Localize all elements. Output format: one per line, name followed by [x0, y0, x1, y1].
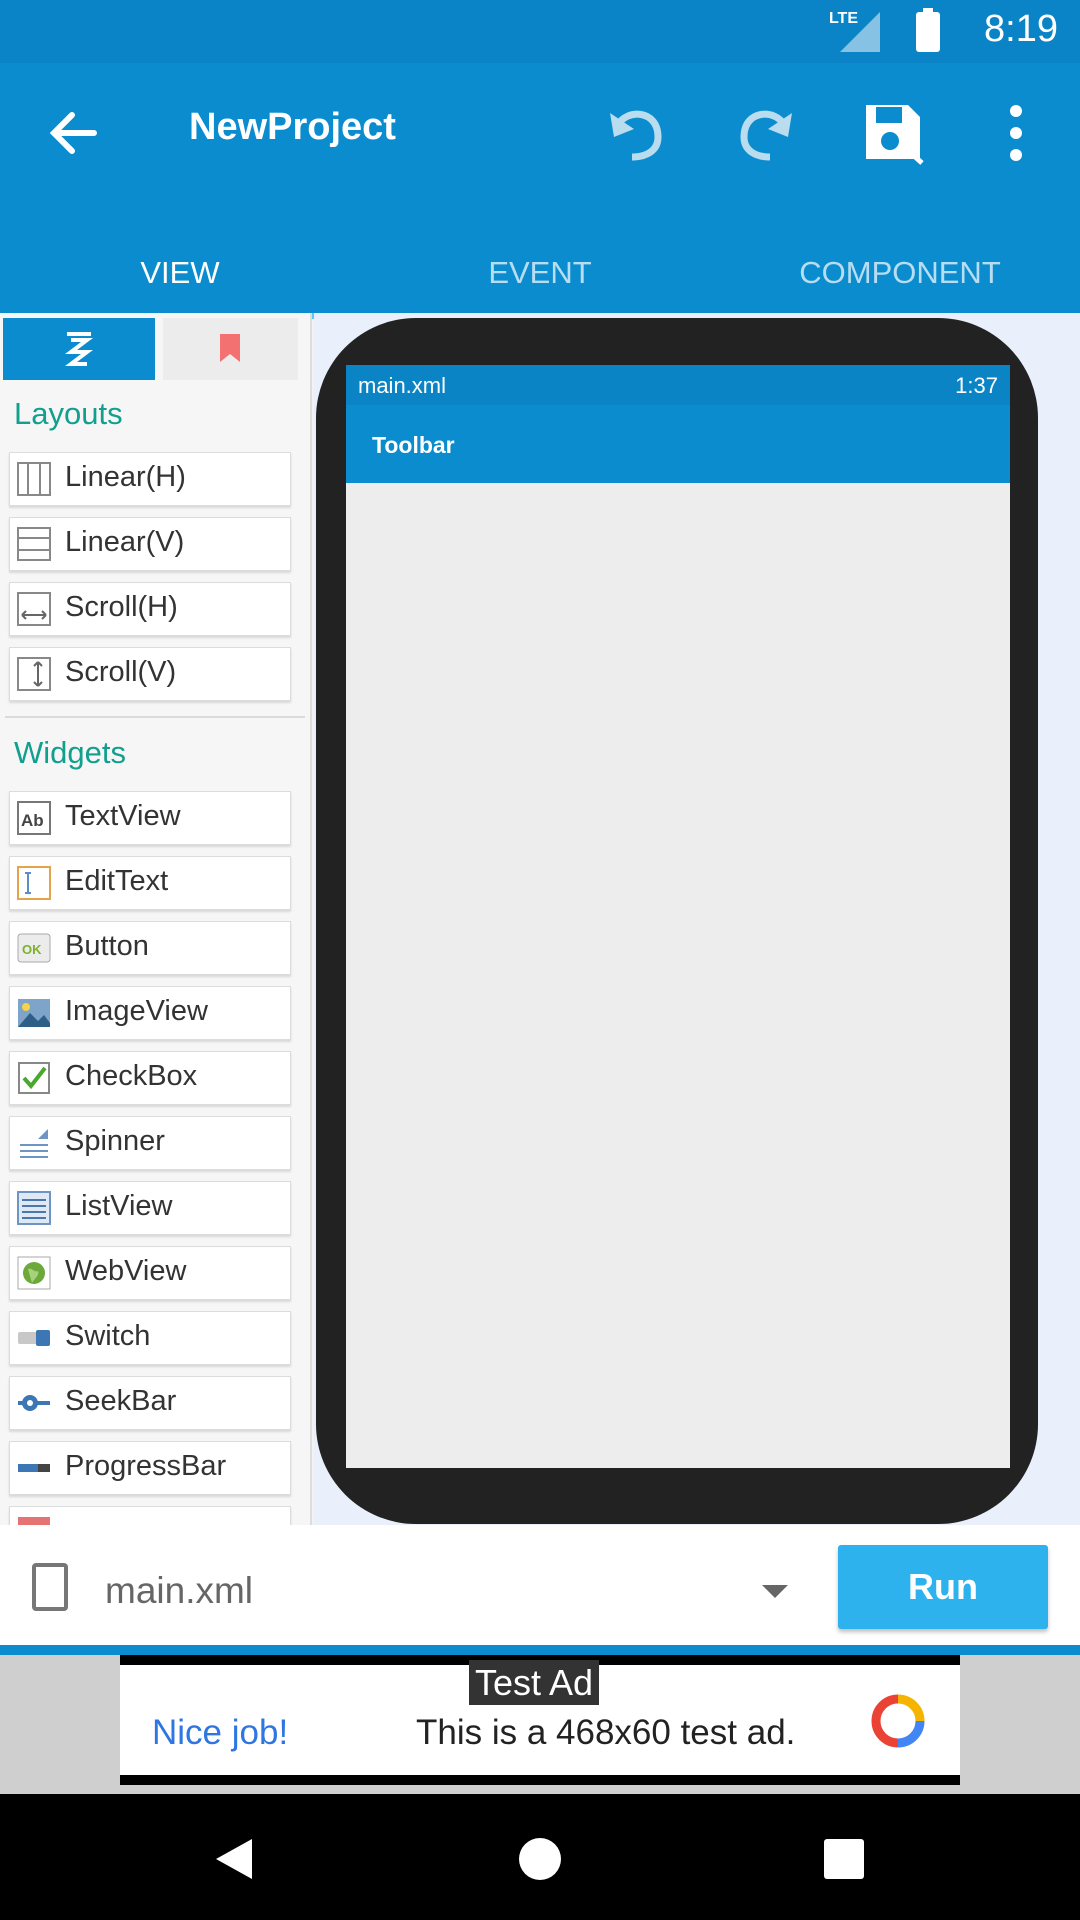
ad-banner-area: Nice job! This is a 468x60 test ad. Test… — [0, 1655, 1080, 1794]
palette-item-label: SeekBar — [65, 1385, 177, 1417]
bottom-bar: main.xml Run — [0, 1525, 1080, 1645]
nav-recents-icon[interactable] — [823, 1838, 865, 1880]
palette-item-label: EditText — [65, 865, 169, 897]
svg-text:OK: OK — [22, 942, 42, 957]
palette-item-linear-h[interactable]: Linear(H) — [9, 452, 291, 506]
app-bar: NewProject VIEW EVENT COMPONENT — [0, 63, 1080, 319]
preview-clock: 1:37 — [955, 373, 998, 398]
textview-icon: Ab — [17, 801, 51, 835]
signal-icon — [840, 12, 880, 52]
palette-item-label: ListView — [65, 1190, 173, 1222]
palette-item-switch[interactable]: Switch — [9, 1311, 291, 1365]
file-selector[interactable]: main.xml — [105, 1570, 253, 1612]
palette-item-textview[interactable]: Ab TextView — [9, 791, 291, 845]
more-vert-icon[interactable] — [982, 99, 1050, 167]
ad-label: Test Ad — [469, 1660, 600, 1705]
ad-message: This is a 468x60 test ad. — [416, 1713, 796, 1752]
tab-event[interactable]: EVENT — [360, 233, 720, 313]
status-bar: LTE 8:19 — [0, 0, 1080, 63]
imageview-icon — [18, 999, 50, 1027]
battery-icon — [916, 8, 940, 52]
tab-bar: VIEW EVENT COMPONENT — [0, 233, 1080, 319]
phone-screen[interactable]: main.xml 1:37 Toolbar — [346, 365, 1010, 1468]
run-button[interactable]: Run — [838, 1545, 1048, 1629]
preview-layout-name: main.xml — [358, 373, 447, 398]
palette-item-label: ImageView — [65, 995, 208, 1027]
scroll-horizontal-icon — [17, 592, 51, 626]
system-nav-bar — [0, 1794, 1080, 1920]
nav-back-icon[interactable] — [212, 1835, 256, 1883]
scroll-vertical-icon — [17, 657, 51, 691]
listview-icon — [17, 1191, 51, 1225]
palette-item-label: Switch — [65, 1320, 151, 1352]
clock: 8:19 — [984, 8, 1058, 50]
preview-status-bar: main.xml 1:37 — [346, 365, 1010, 405]
layouts-section-title: Layouts — [14, 396, 123, 431]
palette-item-partial[interactable] — [9, 1506, 291, 1525]
palette-item-label: Button — [65, 930, 149, 962]
palette-item-scroll-v[interactable]: Scroll(V) — [9, 647, 291, 701]
save-icon[interactable] — [860, 99, 928, 167]
phone-outline-icon — [32, 1563, 68, 1611]
linear-horizontal-icon — [17, 462, 51, 496]
calendar-icon — [18, 1517, 50, 1525]
undo-icon[interactable] — [604, 99, 672, 167]
palette-item-label: CheckBox — [65, 1060, 198, 1092]
palette-tab-bookmarks[interactable] — [163, 318, 298, 380]
svg-text:Ab: Ab — [21, 811, 44, 830]
palette-item-edittext[interactable]: EditText — [9, 856, 291, 910]
palette-item-button[interactable]: OK Button — [9, 921, 291, 975]
widgets-section-title: Widgets — [14, 735, 126, 770]
spinner-icon — [20, 1129, 48, 1158]
palette-item-imageview[interactable]: ImageView — [9, 986, 291, 1040]
palette-item-seekbar[interactable]: SeekBar — [9, 1376, 291, 1430]
switch-icon — [18, 1330, 50, 1346]
palette-item-label: ProgressBar — [65, 1450, 227, 1482]
redo-icon[interactable] — [730, 99, 798, 167]
palette-item-label: WebView — [65, 1255, 187, 1287]
ad-logo-icon — [871, 1694, 925, 1748]
palette-item-webview[interactable]: WebView — [9, 1246, 291, 1300]
palette-item-checkbox[interactable]: CheckBox — [9, 1051, 291, 1105]
palette-divider — [5, 716, 305, 718]
palette-tab-widgets[interactable] — [3, 318, 155, 380]
tab-view[interactable]: VIEW — [0, 233, 360, 319]
accent-divider — [0, 1645, 1080, 1655]
webview-icon — [17, 1256, 51, 1290]
preview-toolbar[interactable]: Toolbar — [346, 405, 1010, 483]
palette-item-label: TextView — [65, 800, 181, 832]
tab-component[interactable]: COMPONENT — [720, 233, 1080, 313]
widget-palette: Layouts Linear(H) Linear(V) Scroll(H) Sc… — [0, 313, 312, 1525]
palette-item-spinner[interactable]: Spinner — [9, 1116, 291, 1170]
progressbar-icon — [18, 1464, 50, 1472]
project-title: NewProject — [189, 106, 396, 148]
widget-tab-icon — [65, 332, 93, 366]
palette-item-scroll-h[interactable]: Scroll(H) — [9, 582, 291, 636]
checkbox-icon — [18, 1062, 50, 1094]
palette-item-label: Spinner — [65, 1125, 165, 1157]
edittext-icon — [17, 866, 51, 900]
palette-item-listview[interactable]: ListView — [9, 1181, 291, 1235]
preview-toolbar-title: Toolbar — [372, 432, 455, 458]
bookmark-icon — [220, 334, 240, 362]
palette-item-linear-v[interactable]: Linear(V) — [9, 517, 291, 571]
palette-item-label: Linear(H) — [65, 461, 186, 493]
palette-item-label: Linear(V) — [65, 526, 185, 558]
back-arrow-icon[interactable] — [44, 103, 104, 163]
palette-item-progressbar[interactable]: ProgressBar — [9, 1441, 291, 1495]
button-icon: OK — [17, 933, 51, 963]
nav-home-icon[interactable] — [517, 1836, 563, 1882]
seekbar-icon — [18, 1395, 50, 1411]
palette-item-label: Scroll(V) — [65, 656, 177, 688]
ad-headline: Nice job! — [152, 1713, 289, 1752]
linear-vertical-icon — [17, 527, 51, 561]
palette-item-label: Scroll(H) — [65, 591, 178, 623]
dropdown-arrow-icon[interactable] — [762, 1585, 788, 1598]
